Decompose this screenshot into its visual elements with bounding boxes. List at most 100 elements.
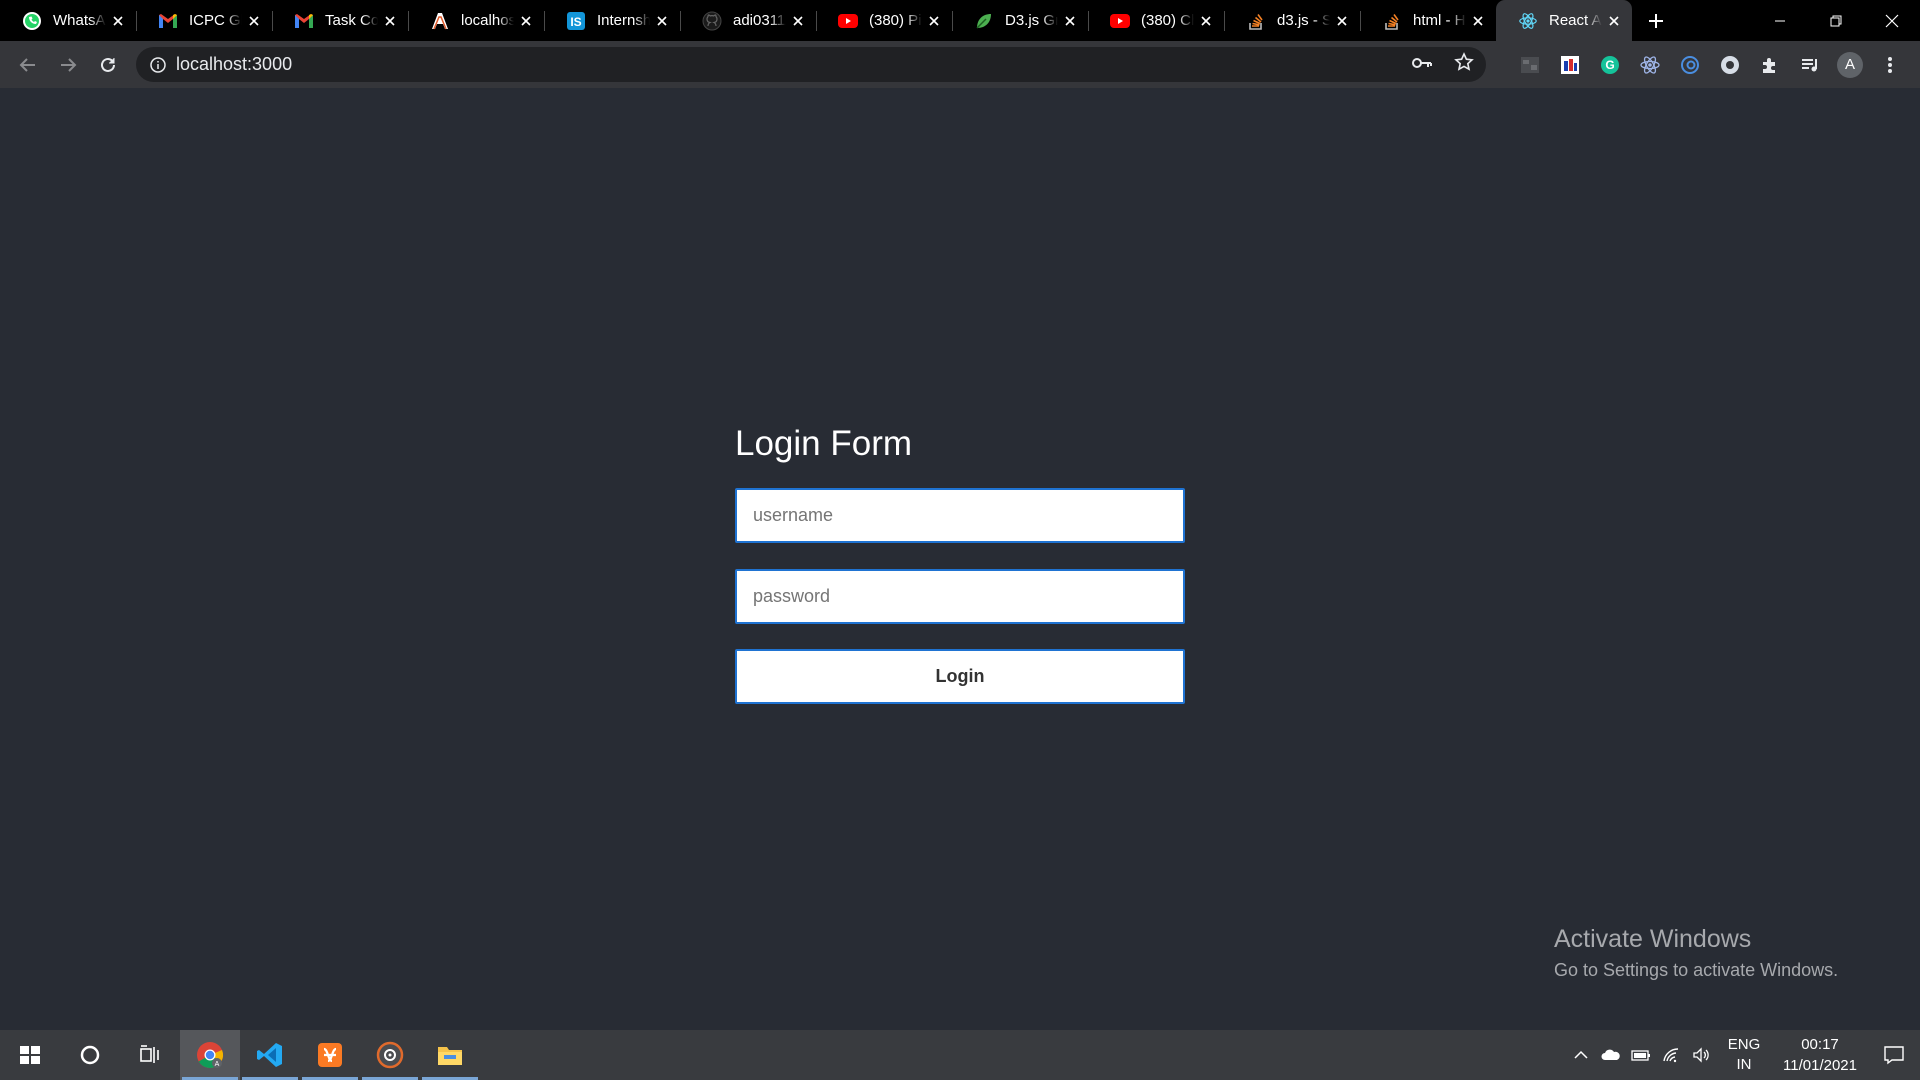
tab-title: html - H [1413,12,1466,29]
search-circle-icon [80,1045,100,1065]
clock-date: 11/01/2021 [1783,1057,1857,1074]
password-key-icon[interactable] [1412,56,1432,74]
tab-close-icon[interactable] [518,13,534,29]
browser-tab[interactable]: adi0311/ [680,0,816,41]
extension-button[interactable] [1550,45,1590,85]
tab-title: (380) Pie [869,12,922,29]
bookmark-star-icon[interactable] [1454,52,1474,77]
tab-close-icon[interactable] [790,13,806,29]
react-icon [1518,11,1538,31]
browser-tab[interactable]: Task Completed [272,0,408,41]
stackoverflow-icon [1382,11,1402,31]
cortana-button[interactable] [60,1030,120,1080]
speaker-icon [1693,1047,1709,1063]
window-controls [1752,0,1920,41]
tab-strip: WhatsApp ICPC Global Task Completed localho… [0,0,1920,41]
taskbar-vscode[interactable] [240,1030,300,1080]
taskbar-xampp[interactable] [300,1030,360,1080]
taskbar-media-player[interactable] [360,1030,420,1080]
reload-button[interactable] [88,45,128,85]
stackoverflow-icon [1246,11,1266,31]
tab-close-icon[interactable] [1606,13,1622,29]
back-button[interactable] [8,45,48,85]
login-form: Login Form Login [735,419,1185,704]
profile-button[interactable]: A [1830,45,1870,85]
tab-title: adi0311/ [733,12,786,29]
start-button[interactable] [0,1030,60,1080]
browser-menu-button[interactable] [1870,45,1910,85]
cloud-icon [1601,1049,1620,1060]
tab-title: (380) Ch [1141,12,1194,29]
taskbar-file-explorer[interactable] [420,1030,480,1080]
extensions-menu-button[interactable] [1750,45,1790,85]
chevron-up-icon [1574,1050,1588,1059]
arrow-left-icon [19,57,35,72]
system-tray: ENG IN 00:17 11/01/2021 [1566,1030,1920,1080]
extension-button[interactable] [1670,45,1710,85]
media-control-button[interactable] [1790,45,1830,85]
browser-tab[interactable]: IS Internshala [544,0,680,41]
browser-tab[interactable]: React App [1496,0,1632,41]
app-icon [430,11,450,31]
clock-time: 00:17 [1801,1036,1839,1053]
gmail-icon [158,11,178,31]
extension-button[interactable] [1710,45,1750,85]
battery-icon [1631,1050,1650,1061]
username-input[interactable] [735,488,1185,543]
tab-close-icon[interactable] [246,13,262,29]
extension-button[interactable]: G [1590,45,1630,85]
taskbar-chrome[interactable]: A [180,1030,240,1080]
minimize-button[interactable] [1752,0,1808,41]
restore-button[interactable] [1808,0,1864,41]
browser-tab[interactable]: localhost [408,0,544,41]
youtube-icon [1110,11,1130,31]
minimize-icon [1775,20,1785,21]
action-center-button[interactable] [1868,1030,1920,1080]
browser-tab[interactable]: ICPC Global [136,0,272,41]
tab-close-icon[interactable] [654,13,670,29]
close-window-button[interactable] [1864,0,1920,41]
tab-close-icon[interactable] [926,13,942,29]
internshala-icon: IS [566,11,586,31]
input-language-button[interactable]: ENG IN [1716,1035,1772,1075]
tab-close-icon[interactable] [110,13,126,29]
tab-title: D3.js Graph [1005,12,1058,29]
language-code: ENG [1727,1036,1761,1053]
volume-button[interactable] [1686,1030,1716,1080]
browser-tab[interactable]: (380) Ch [1088,0,1224,41]
browser-tab[interactable]: D3.js Graph [952,0,1088,41]
new-tab-button[interactable] [1636,0,1676,41]
wifi-icon [1663,1048,1679,1063]
tab-close-icon[interactable] [1470,13,1486,29]
show-hidden-icons-button[interactable] [1566,1030,1596,1080]
extension-button[interactable] [1510,45,1550,85]
browser-tab[interactable]: html - H [1360,0,1496,41]
form-title: Login Form [735,424,913,463]
tab-close-icon[interactable] [382,13,398,29]
restore-icon [1830,15,1842,26]
chrome-icon: A [197,1042,224,1069]
onedrive-button[interactable] [1596,1030,1626,1080]
login-button[interactable]: Login [735,649,1185,704]
clock-button[interactable]: 00:17 11/01/2021 [1772,1034,1868,1076]
browser-tab[interactable]: (380) Pie [816,0,952,41]
browser-tab[interactable]: d3.js - Stack [1224,0,1360,41]
task-view-button[interactable] [120,1030,180,1080]
tab-close-icon[interactable] [1062,13,1078,29]
region-code: IN [1736,1056,1752,1073]
address-bar[interactable]: localhost:3000 [136,47,1486,82]
tab-close-icon[interactable] [1334,13,1350,29]
page-viewport: Login Form Login Activate Windows Go to … [0,88,1920,1030]
extension-button[interactable] [1630,45,1670,85]
playlist-icon [1802,58,1817,71]
network-button[interactable] [1656,1030,1686,1080]
forward-button[interactable] [48,45,88,85]
arrow-right-icon [61,57,77,72]
browser-tab[interactable]: WhatsApp [0,0,136,41]
tab-close-icon[interactable] [1198,13,1214,29]
activate-windows-watermark: Activate Windows Go to Settings to activ… [1554,924,1838,982]
tab-title: ICPC Global [189,12,242,29]
password-input[interactable] [735,569,1185,624]
url-text: localhost:3000 [176,54,293,74]
battery-button[interactable] [1626,1030,1656,1080]
